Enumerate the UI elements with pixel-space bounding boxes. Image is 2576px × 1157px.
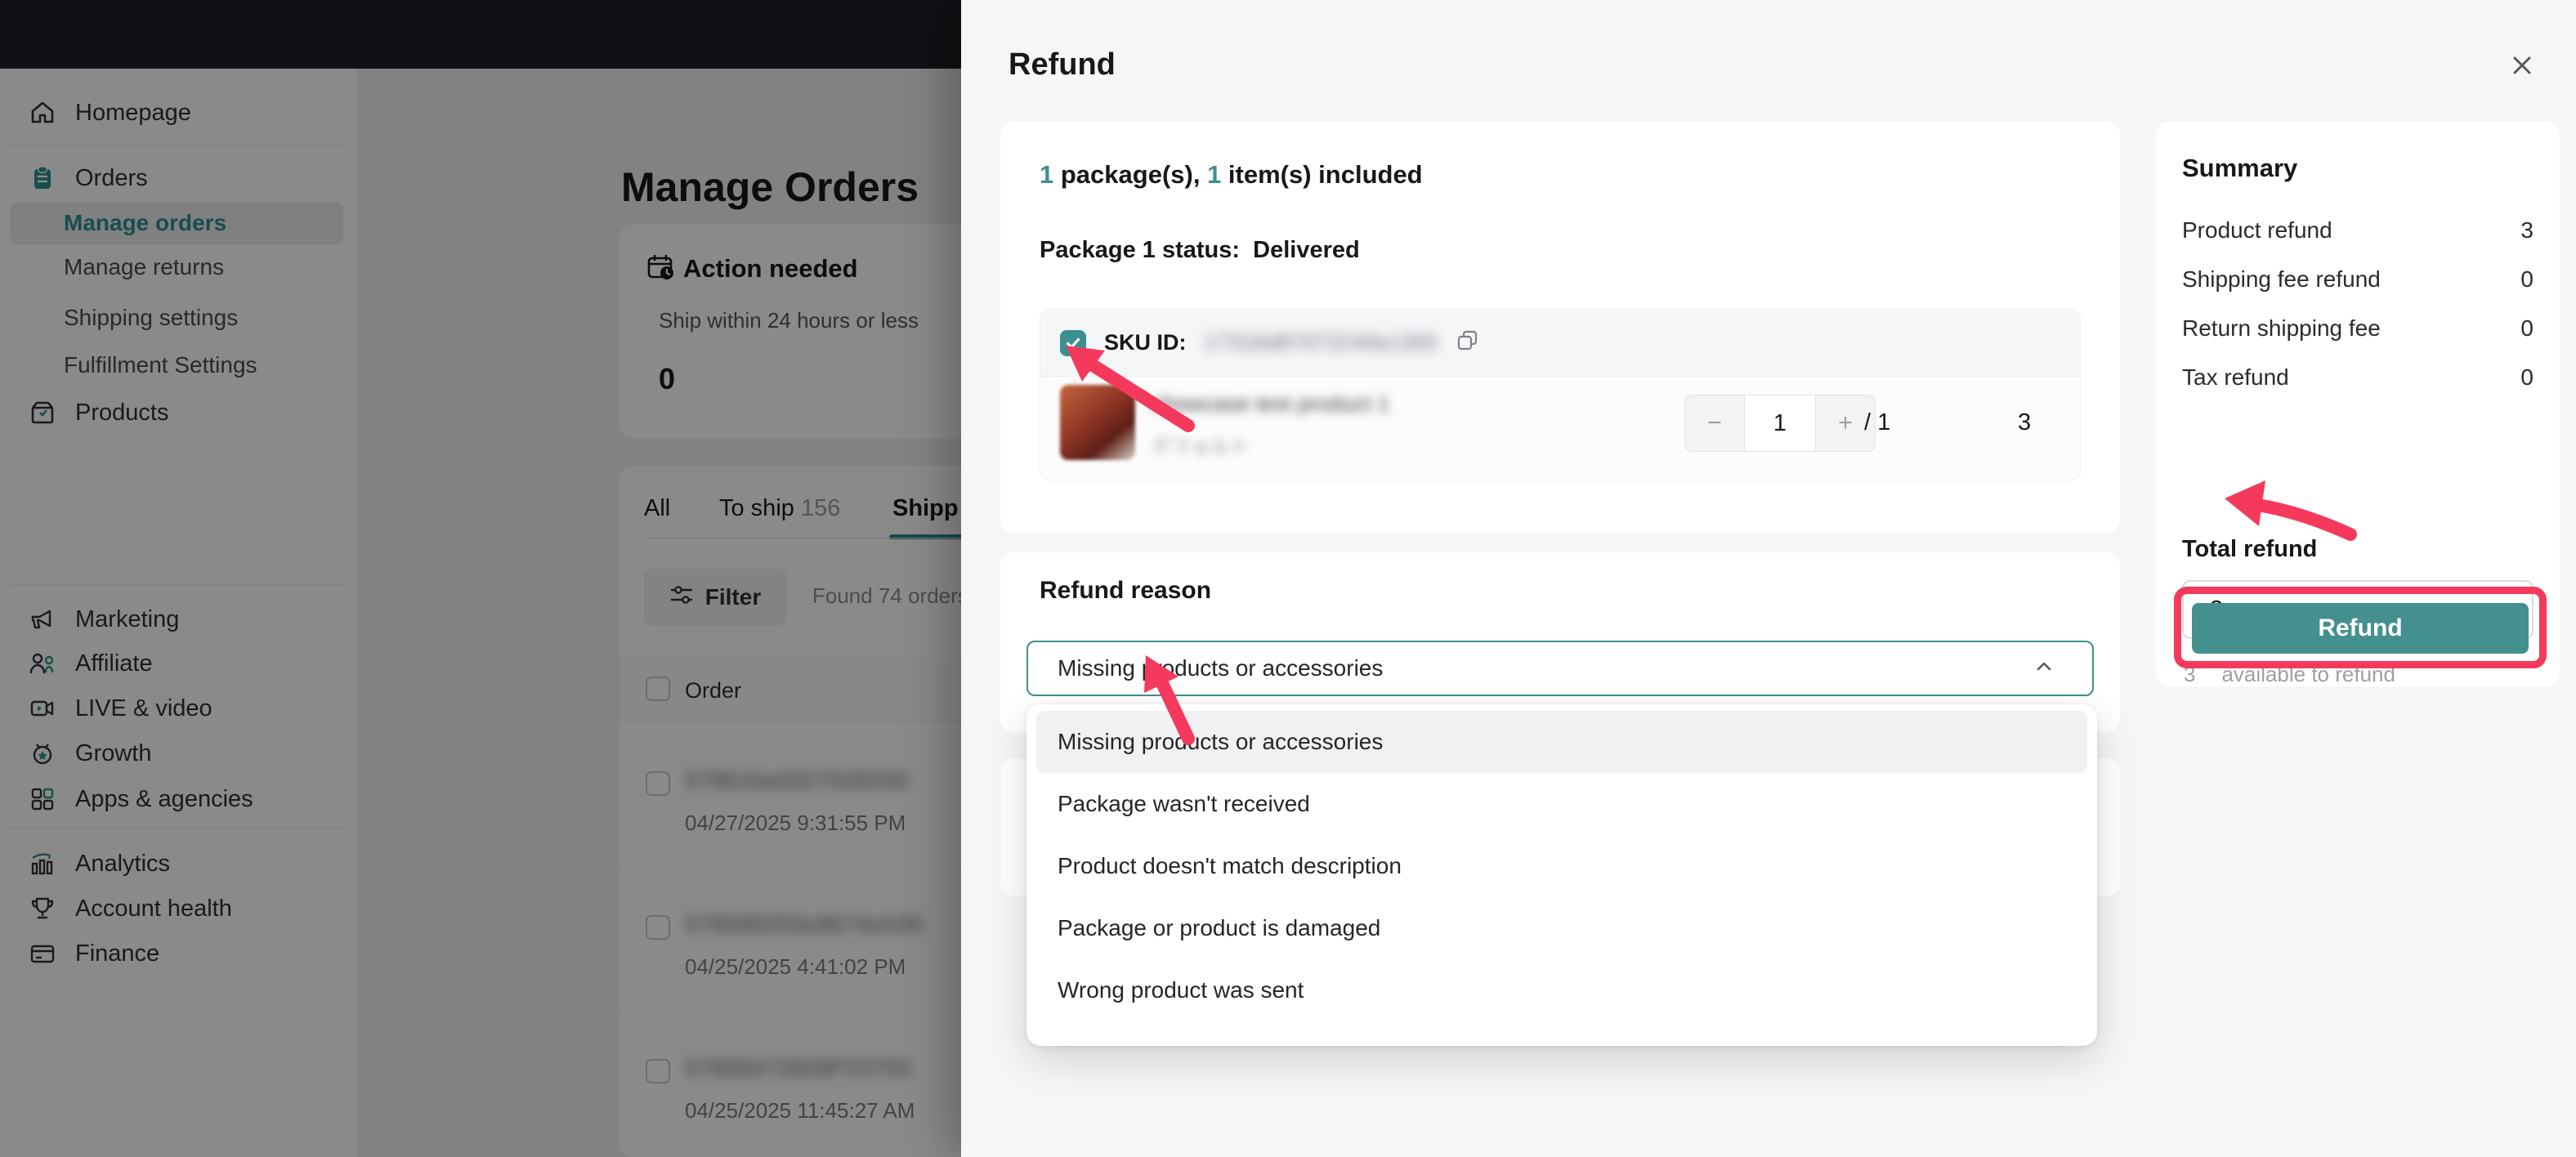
quantity-value[interactable]: 1	[1744, 395, 1816, 451]
refund-reason-dropdown: Missing products or accessories Package …	[1026, 704, 2097, 1046]
quantity-decrease-button[interactable]: −	[1685, 395, 1744, 451]
product-name: showcase test product 1	[1152, 391, 1389, 417]
product-variant: デフォルト	[1152, 431, 1250, 459]
dropdown-option[interactable]: Package or product is damaged	[1036, 897, 2087, 959]
sku-header: SKU ID: 17316d87072240e1355	[1040, 310, 2080, 377]
dropdown-option[interactable]: Product doesn't match description	[1036, 835, 2087, 897]
summary-row: Product refund 3	[2182, 216, 2534, 245]
close-icon	[2508, 51, 2536, 83]
refund-modal: Refund 1 package(s), 1 item(s) included …	[961, 0, 2576, 1157]
refund-reason-label: Refund reason	[1040, 577, 1211, 605]
summary-title: Summary	[2182, 154, 2297, 183]
modal-title: Refund	[1008, 47, 1116, 83]
summary-row: Shipping fee refund 0	[2182, 265, 2534, 294]
product-thumbnail	[1060, 385, 1135, 460]
summary-row-label: Return shipping fee	[2182, 315, 2381, 342]
package-box: SKU ID: 17316d87072240e1355 showcase tes…	[1040, 309, 2081, 480]
summary-row-label: Product refund	[2182, 217, 2332, 243]
summary-row-label: Shipping fee refund	[2182, 266, 2381, 293]
available-text: available to refund	[2221, 662, 2395, 687]
summary-row-value: 0	[2520, 315, 2534, 342]
refund-reason-selected: Missing products or accessories	[1058, 655, 2032, 681]
summary-row: Return shipping fee 0	[2182, 314, 2534, 343]
package-status-line: Package 1 status: Delivered	[1040, 237, 1360, 264]
item-text: item(s) included	[1221, 160, 1422, 189]
refund-reason-select[interactable]: Missing products or accessories	[1026, 641, 2094, 696]
summary-card: Summary Product refund 3 Shipping fee re…	[2156, 121, 2560, 686]
item-refund-amount: 3	[2018, 409, 2031, 436]
package-count: 1	[1040, 160, 1053, 189]
package-text: package(s),	[1053, 160, 1207, 189]
quantity-stepper: − 1 +	[1684, 395, 1876, 452]
summary-row-value: 0	[2520, 266, 2534, 293]
summary-row: Tax refund 0	[2182, 363, 2534, 392]
refund-button[interactable]: Refund	[2192, 603, 2529, 654]
copy-icon[interactable]	[1456, 328, 1480, 357]
sku-id-value: 17316d87072240e1355	[1205, 330, 1438, 355]
close-button[interactable]	[2501, 46, 2543, 88]
sku-id-label: SKU ID:	[1104, 330, 1187, 355]
summary-row-value: 0	[2520, 364, 2534, 391]
package-status-label: Package 1 status:	[1040, 237, 1240, 263]
total-refund-label: Total refund	[2182, 536, 2317, 563]
quantity-total: / 1	[1864, 409, 1890, 436]
dropdown-option[interactable]: Missing products or accessories	[1036, 711, 2087, 773]
package-status-value: Delivered	[1253, 237, 1360, 263]
summary-row-value: 3	[2520, 217, 2534, 243]
available-count: 3	[2184, 662, 2195, 687]
package-summary-line: 1 package(s), 1 item(s) included	[1040, 160, 1423, 190]
chevron-up-icon	[2032, 654, 2056, 683]
summary-row-label: Tax refund	[2182, 364, 2289, 391]
dropdown-option[interactable]: Wrong product was sent	[1036, 959, 2087, 1021]
item-count: 1	[1207, 160, 1221, 189]
available-to-refund: 3 available to refund	[2184, 662, 2395, 687]
package-card: 1 package(s), 1 item(s) included Package…	[1000, 121, 2120, 533]
screen: Homepage Orders Manage orders Manage ret…	[0, 0, 2576, 1157]
sku-checkbox[interactable]	[1060, 330, 1086, 356]
dropdown-option[interactable]: Package wasn't received	[1036, 773, 2087, 835]
